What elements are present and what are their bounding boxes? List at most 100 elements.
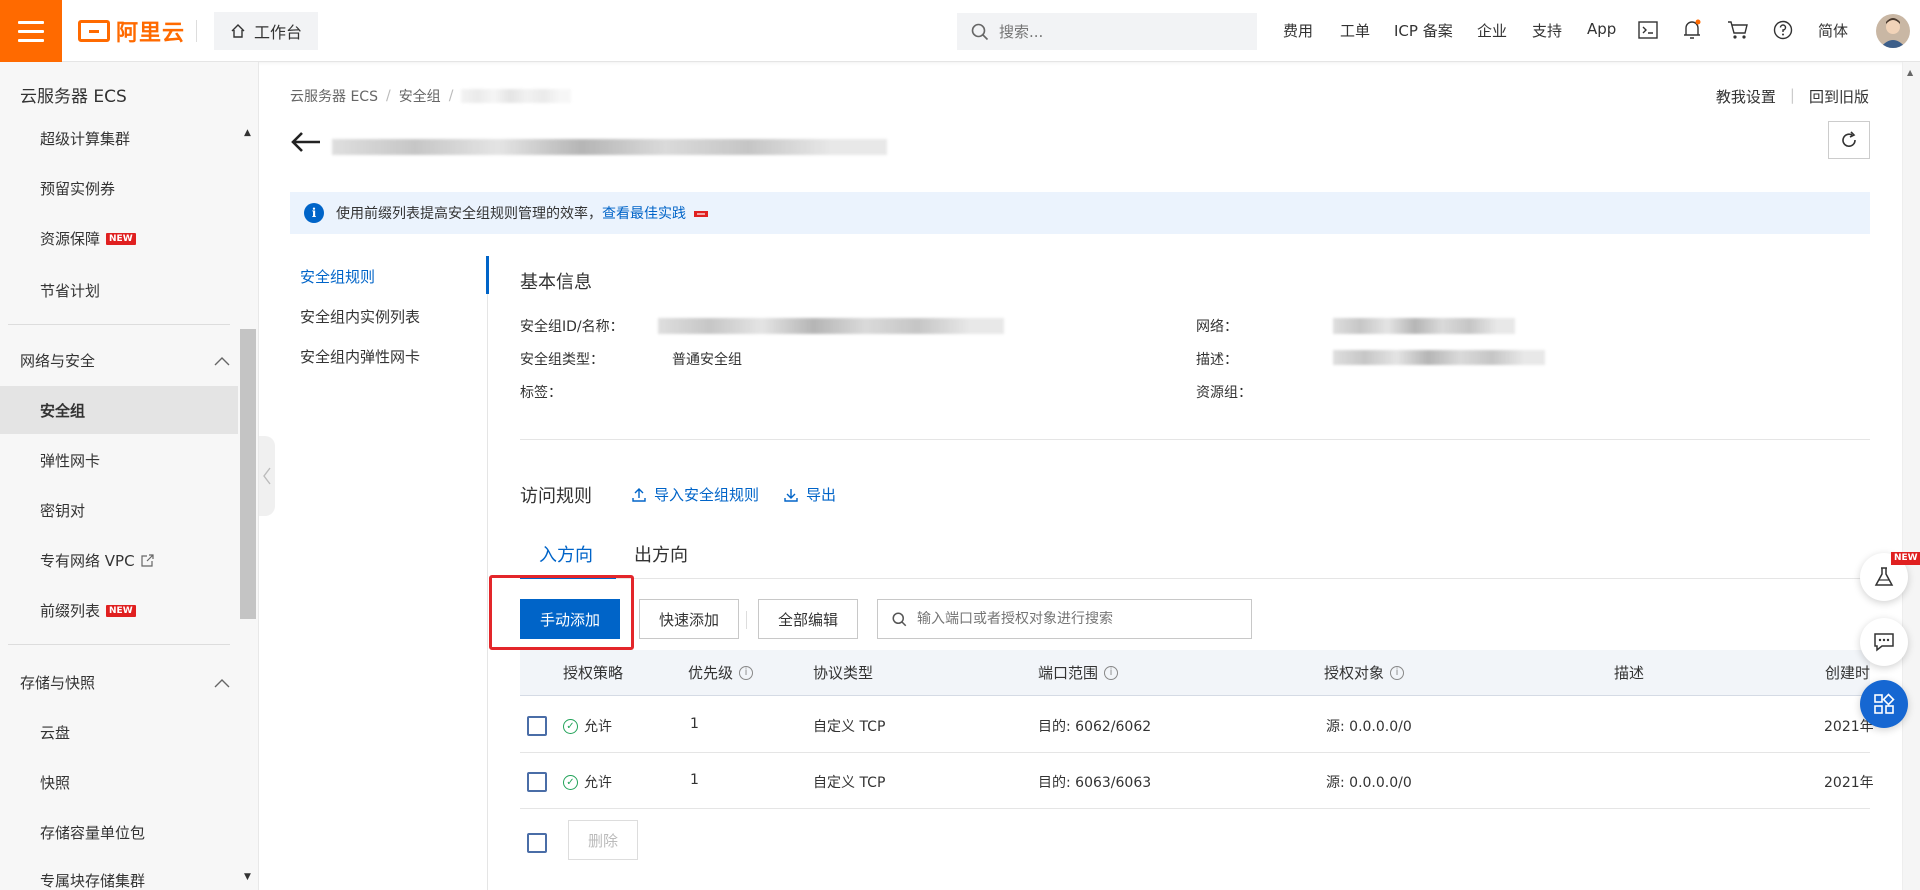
help-icon[interactable]: i (1390, 665, 1405, 680)
logo-text: 阿里云 (116, 21, 186, 46)
subnav-divider (487, 256, 488, 890)
subnav-enis[interactable]: 安全组内弹性网卡 (300, 346, 420, 367)
workbench-button[interactable]: 工作台 (214, 12, 318, 50)
user-avatar[interactable] (1876, 14, 1910, 48)
import-rules-link[interactable]: 导入安全组规则 (632, 484, 759, 505)
tabs-divider (520, 578, 1870, 579)
new-badge: NEW (1891, 552, 1920, 565)
rules-search[interactable] (877, 599, 1252, 639)
cart-icon[interactable] (1726, 18, 1750, 42)
notice-text: 使用前缀列表提高安全组规则管理的效率， (336, 206, 602, 222)
top-header: 阿里云 工作台 费用 工单 ICP 备案 企业 支持 App 简体 (0, 0, 1920, 62)
sidebar-item-keypair[interactable]: 密钥对 (40, 500, 85, 521)
chevron-up-icon (214, 356, 230, 365)
help-icon[interactable]: i (1104, 665, 1119, 680)
section-divider (520, 439, 1870, 440)
best-practice-link[interactable]: 查看最佳实践 (602, 206, 686, 222)
subnav-active-indicator (486, 256, 489, 294)
sidebar-divider (8, 324, 230, 325)
subnav-instances[interactable]: 安全组内实例列表 (300, 306, 420, 327)
edit-all-button[interactable]: 全部编辑 (758, 599, 858, 639)
tab-outbound[interactable]: 出方向 (634, 541, 688, 567)
bell-icon[interactable] (1680, 18, 1704, 42)
rules-search-input[interactable] (917, 611, 1237, 627)
nav-app[interactable]: App (1587, 20, 1616, 38)
external-link-icon (694, 211, 709, 217)
delete-button[interactable]: 删除 (568, 820, 638, 860)
scroll-up-arrow-icon[interactable]: ▲ (1907, 68, 1913, 77)
row-object: 源: 0.0.0.0/0 (1326, 775, 1412, 791)
sidebar-item-security-group[interactable]: 安全组 (40, 400, 85, 421)
breadcrumb-separator: / (448, 88, 454, 104)
back-to-old-link[interactable]: 回到旧版 (1809, 86, 1869, 107)
nav-fees[interactable]: 费用 (1283, 20, 1313, 41)
nav-support[interactable]: 支持 (1532, 20, 1562, 41)
row-checkbox[interactable] (527, 716, 547, 736)
sidebar-item-supercomputing[interactable]: 超级计算集群 (40, 128, 130, 149)
sidebar-item-vpc[interactable]: 专有网络 VPC (40, 550, 154, 571)
sidebar-group-network[interactable]: 网络与安全 (20, 350, 230, 371)
export-link[interactable]: 导出 (784, 484, 836, 505)
chevron-up-icon (214, 678, 230, 687)
subnav-rules[interactable]: 安全组规则 (300, 266, 375, 287)
back-arrow-icon[interactable] (290, 130, 322, 158)
sidebar-active-bg (0, 386, 238, 434)
breadcrumb-redacted (461, 89, 572, 103)
scroll-up-arrow-icon[interactable]: ▲ (244, 128, 251, 138)
sidebar-collapse-handle[interactable] (259, 436, 275, 516)
aliyun-logo[interactable]: 阿里云 (78, 16, 185, 46)
hamburger-menu-icon[interactable] (0, 0, 62, 62)
sidebar-item-eni[interactable]: 弹性网卡 (40, 450, 100, 471)
nav-icp[interactable]: ICP 备案 (1394, 20, 1453, 41)
sidebar-item-prefix-list[interactable]: 前缀列表 NEW (40, 600, 136, 621)
type-value: 普通安全组 (672, 352, 742, 368)
row-protocol: 自定义 TCP (813, 775, 886, 791)
sidebar-item-disk[interactable]: 云盘 (40, 722, 70, 743)
scroll-down-arrow-icon[interactable]: ▼ (244, 872, 251, 882)
sidebar-item-dedicated-block-storage[interactable]: 专属块存储集群 (40, 870, 145, 890)
sidebar-item-savings-plan[interactable]: 节省计划 (40, 280, 100, 301)
row-checkbox[interactable] (527, 772, 547, 792)
tab-inbound[interactable]: 入方向 (539, 541, 593, 567)
download-icon (784, 488, 798, 502)
refresh-icon (1842, 131, 1856, 147)
select-all-checkbox[interactable] (527, 833, 547, 853)
breadcrumb-ecs[interactable]: 云服务器 ECS (290, 86, 378, 106)
sidebar-item-scu[interactable]: 存储容量单位包 (40, 822, 145, 843)
network-label: 网络： (1196, 319, 1238, 335)
breadcrumb-separator: / (385, 88, 391, 104)
security-group-title-redacted (332, 139, 887, 155)
row-created: 2021年 (1824, 775, 1874, 791)
teach-me-link[interactable]: 教我设置 (1716, 86, 1776, 107)
breadcrumb-security-group[interactable]: 安全组 (399, 86, 441, 106)
sidebar-scrollbar[interactable] (240, 329, 256, 619)
chat-button[interactable] (1860, 618, 1908, 666)
global-search-input[interactable] (999, 22, 1239, 41)
sidebar-group-storage[interactable]: 存储与快照 (20, 672, 230, 693)
new-badge: NEW (106, 604, 136, 617)
tags-label: 标签： (520, 385, 562, 401)
row-policy: ✓ 允许 (563, 772, 612, 792)
row-divider (520, 752, 1870, 753)
sidebar-item-snapshot[interactable]: 快照 (40, 772, 70, 793)
chevron-left-icon (263, 467, 271, 485)
top-links: 教我设置 | 回到旧版 (1716, 86, 1869, 107)
sidebar-divider (8, 644, 230, 645)
apps-button[interactable] (1860, 680, 1908, 728)
col-created: 创建时 (1825, 664, 1871, 682)
check-circle-icon: ✓ (563, 774, 578, 790)
quick-add-button[interactable]: 快速添加 (639, 599, 739, 639)
terminal-icon[interactable] (1636, 18, 1660, 42)
home-icon (231, 24, 245, 38)
nav-enterprise[interactable]: 企业 (1477, 20, 1507, 41)
global-search[interactable] (957, 13, 1257, 50)
language-switch[interactable]: 简体 (1818, 20, 1848, 41)
refresh-button[interactable] (1828, 121, 1870, 159)
row-object: 源: 0.0.0.0/0 (1326, 719, 1412, 735)
sidebar-item-reserved-instances[interactable]: 预留实例券 (40, 178, 115, 199)
help-icon[interactable]: i (739, 665, 754, 680)
sidebar-item-resource-guarantee[interactable]: 资源保障 NEW (40, 228, 136, 249)
nav-tickets[interactable]: 工单 (1340, 20, 1370, 41)
page-scrollbar[interactable]: ▲ (1902, 62, 1920, 890)
help-icon[interactable] (1771, 18, 1795, 42)
